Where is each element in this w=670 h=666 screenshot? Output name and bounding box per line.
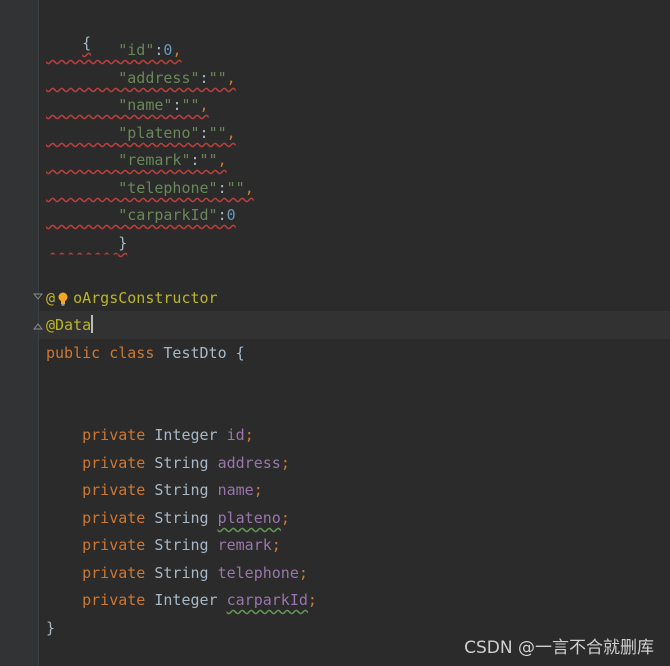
class-name: TestDto: [163, 344, 227, 362]
json-key: "address": [118, 69, 200, 87]
annotation-no-args-rest: oArgsConstructor: [73, 289, 218, 307]
code-line: @ oArgsConstructor: [46, 288, 218, 308]
json-value: "": [199, 151, 218, 169]
annotation-data: @Data: [46, 316, 92, 334]
member-type: Integer: [154, 591, 218, 609]
member-modifier: private: [82, 481, 146, 499]
code-line: "plateno":"",: [118, 124, 236, 142]
code-line: private String remark;: [82, 536, 281, 554]
json-close-brace: }: [118, 234, 128, 252]
code-line: "remark":"",: [118, 151, 227, 169]
code-line: }: [46, 618, 55, 638]
class-open-brace: {: [235, 344, 245, 362]
json-key: "remark": [118, 151, 191, 169]
code-line: private String name;: [82, 481, 263, 499]
current-line-highlight: [39, 311, 670, 339]
member-name: remark: [217, 536, 272, 554]
member-name: carparkId: [226, 591, 308, 609]
member-type: Integer: [154, 426, 218, 444]
member-name: telephone: [217, 564, 299, 582]
code-line: private String telephone;: [82, 564, 308, 582]
code-line: private Integer id;: [82, 426, 254, 444]
class-close-brace: }: [46, 619, 56, 637]
member-type: String: [154, 564, 209, 582]
json-key: "name": [118, 96, 173, 114]
code-line: "id":0,: [118, 41, 182, 59]
member-modifier: private: [82, 509, 146, 527]
lightbulb-icon[interactable]: [57, 292, 69, 306]
editor-gutter[interactable]: [0, 0, 38, 666]
code-line: "carparkId":0: [118, 206, 236, 224]
json-value: "": [181, 96, 200, 114]
json-key: "carparkId": [118, 206, 218, 224]
fold-marker-icon[interactable]: [33, 293, 43, 303]
json-key: "telephone": [118, 179, 218, 197]
member-modifier: private: [82, 454, 146, 472]
member-name: id: [226, 426, 245, 444]
member-type: String: [154, 481, 209, 499]
code-line: @Data: [46, 315, 94, 335]
member-name: address: [217, 454, 281, 472]
member-name: plateno: [217, 509, 281, 527]
code-line: "name":"",: [118, 96, 209, 114]
member-modifier: private: [82, 564, 146, 582]
keyword-public: public: [46, 344, 101, 362]
member-name: name: [217, 481, 254, 499]
annotation-at: @: [46, 289, 56, 307]
json-value: "": [208, 69, 227, 87]
member-type: String: [154, 536, 209, 554]
json-key: "plateno": [118, 124, 200, 142]
code-line: "telephone":"",: [118, 179, 254, 197]
member-modifier: private: [82, 536, 146, 554]
watermark: CSDN @一言不合就删库: [464, 638, 654, 658]
member-modifier: private: [82, 591, 146, 609]
json-key: "id": [118, 41, 155, 59]
code-line: {: [46, 13, 91, 52]
json-value: "": [226, 179, 245, 197]
keyword-class: class: [109, 344, 155, 362]
code-line: public class TestDto {: [46, 343, 245, 363]
fold-end-marker-icon[interactable]: [33, 320, 43, 330]
code-line: "address":"",: [118, 69, 236, 87]
member-modifier: private: [82, 426, 146, 444]
code-line: private Integer carparkId;: [82, 591, 317, 609]
code-line: private String address;: [82, 454, 290, 472]
code-line: }: [46, 233, 127, 253]
text-caret: [91, 315, 94, 333]
member-type: String: [154, 509, 209, 527]
member-type: String: [154, 454, 209, 472]
json-value: "": [208, 124, 227, 142]
json-value: 0: [226, 206, 236, 224]
code-line: private String plateno;: [82, 509, 290, 527]
